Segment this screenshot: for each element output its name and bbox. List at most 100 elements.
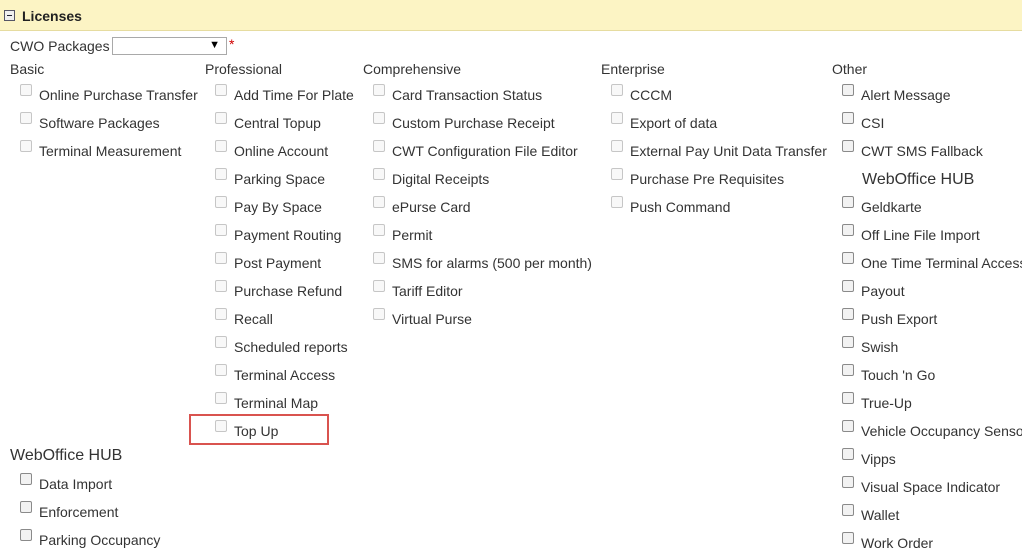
checkbox[interactable] <box>215 224 227 236</box>
license-label: Terminal Measurement <box>39 143 182 159</box>
hub-section-title: WebOffice HUB <box>10 447 123 464</box>
checkbox[interactable] <box>373 252 385 264</box>
checkbox[interactable] <box>842 532 854 544</box>
checkbox[interactable] <box>842 364 854 376</box>
dropdown-arrow-icon: ▼ <box>209 39 220 51</box>
professional-column-title: Professional <box>205 61 283 77</box>
license-label: Push Command <box>630 199 731 215</box>
license-label: Tariff Editor <box>392 283 463 299</box>
highlight-box <box>189 414 329 445</box>
checkbox[interactable] <box>373 140 385 152</box>
checkbox[interactable] <box>611 84 623 96</box>
license-label: Permit <box>392 227 433 243</box>
license-label: Vipps <box>861 451 896 467</box>
checkbox[interactable] <box>20 84 32 96</box>
checkbox[interactable] <box>215 308 227 320</box>
license-label: Add Time For Plate <box>234 87 354 103</box>
checkbox[interactable] <box>215 112 227 124</box>
checkbox[interactable] <box>215 252 227 264</box>
checkbox[interactable] <box>842 504 854 516</box>
collapse-icon[interactable] <box>4 10 15 21</box>
checkbox[interactable] <box>842 112 854 124</box>
checkbox[interactable] <box>373 196 385 208</box>
enterprise-column-title: Enterprise <box>601 61 665 77</box>
checkbox[interactable] <box>373 84 385 96</box>
checkbox[interactable] <box>842 140 854 152</box>
license-label: Parking Space <box>234 171 326 187</box>
license-label: Terminal Access <box>234 367 336 383</box>
required-marker: * <box>229 36 235 52</box>
checkbox[interactable] <box>373 168 385 180</box>
licenses-header: Licenses <box>0 0 1022 31</box>
checkbox[interactable] <box>20 112 32 124</box>
checkbox[interactable] <box>20 473 32 485</box>
license-label: Software Packages <box>39 115 160 131</box>
checkbox[interactable] <box>20 501 32 513</box>
license-label: Touch 'n Go <box>861 367 936 383</box>
license-label: Online Account <box>234 143 329 159</box>
license-label: Custom Purchase Receipt <box>392 115 555 131</box>
license-label: CCCM <box>630 87 672 103</box>
checkbox[interactable] <box>215 364 227 376</box>
license-label: Vehicle Occupancy Sensor <box>861 423 1022 439</box>
checkbox[interactable] <box>842 420 854 432</box>
checkbox[interactable] <box>215 196 227 208</box>
checkbox[interactable] <box>373 280 385 292</box>
checkbox[interactable] <box>611 196 623 208</box>
license-label: Export of data <box>630 115 718 131</box>
cwo-packages-select[interactable]: ▼ <box>112 37 227 55</box>
checkbox[interactable] <box>611 168 623 180</box>
other-hub-title: WebOffice HUB <box>862 171 975 188</box>
checkbox[interactable] <box>842 84 854 96</box>
license-label: CWT SMS Fallback <box>861 143 983 159</box>
license-label: Purchase Refund <box>234 283 343 299</box>
license-label: Alert Message <box>861 87 951 103</box>
checkbox[interactable] <box>842 448 854 460</box>
license-label: Payout <box>861 283 905 299</box>
checkbox[interactable] <box>215 336 227 348</box>
checkbox[interactable] <box>215 280 227 292</box>
license-label: Data Import <box>39 476 113 492</box>
checkbox[interactable] <box>373 112 385 124</box>
checkbox[interactable] <box>373 224 385 236</box>
license-label: ePurse Card <box>392 199 471 215</box>
license-label: Card Transaction Status <box>392 87 543 103</box>
checkbox[interactable] <box>20 529 32 541</box>
license-label: CSI <box>861 115 885 131</box>
license-label: Pay By Space <box>234 199 322 215</box>
other-column-title: Other <box>832 61 868 77</box>
license-label: Purchase Pre Requisites <box>630 171 785 187</box>
checkbox[interactable] <box>842 252 854 264</box>
checkbox[interactable] <box>611 140 623 152</box>
checkbox[interactable] <box>842 308 854 320</box>
checkbox[interactable] <box>842 336 854 348</box>
checkbox[interactable] <box>215 84 227 96</box>
license-label: Payment Routing <box>234 227 342 243</box>
license-label: Central Topup <box>234 115 321 131</box>
license-label: External Pay Unit Data Transfer <box>630 143 827 159</box>
license-label: Scheduled reports <box>234 339 348 355</box>
checkbox[interactable] <box>842 196 854 208</box>
license-label: Enforcement <box>39 504 119 520</box>
checkbox[interactable] <box>611 112 623 124</box>
license-label: Work Order <box>861 535 934 551</box>
license-label: Terminal Map <box>234 395 319 411</box>
checkbox[interactable] <box>215 392 227 404</box>
checkbox[interactable] <box>215 140 227 152</box>
license-label: CWT Configuration File Editor <box>392 143 578 159</box>
checkbox[interactable] <box>842 392 854 404</box>
comprehensive-column-title: Comprehensive <box>363 61 462 77</box>
checkbox[interactable] <box>20 140 32 152</box>
license-label: Parking Occupancy <box>39 532 161 548</box>
checkbox[interactable] <box>842 224 854 236</box>
license-label: One Time Terminal Access <box>861 255 1022 271</box>
license-label: Online Purchase Transfer <box>39 87 198 103</box>
checkbox[interactable] <box>842 476 854 488</box>
section-title: Licenses <box>22 8 82 24</box>
license-label: Wallet <box>861 507 900 523</box>
checkbox[interactable] <box>373 308 385 320</box>
checkbox[interactable] <box>842 280 854 292</box>
checkbox[interactable] <box>215 168 227 180</box>
license-label: Post Payment <box>234 255 322 271</box>
license-label: Recall <box>234 311 273 327</box>
